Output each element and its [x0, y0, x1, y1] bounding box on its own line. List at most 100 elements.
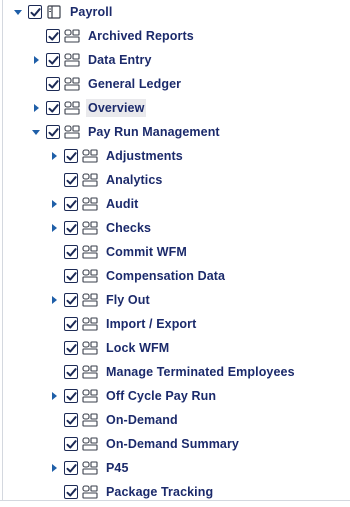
tree-item-label[interactable]: On-Demand: [104, 411, 180, 429]
checkbox[interactable]: [46, 101, 60, 115]
checkmark-icon: [66, 439, 77, 450]
left-border: [2, 0, 3, 500]
tree-row[interactable]: Off Cycle Pay Run: [48, 385, 218, 407]
tree-item-label[interactable]: On-Demand Summary: [104, 435, 241, 453]
tree-item-label[interactable]: P45: [104, 459, 131, 477]
checkbox[interactable]: [64, 413, 78, 427]
caret-right-icon[interactable]: [48, 462, 60, 474]
tree-item-label[interactable]: Package Tracking: [104, 483, 215, 501]
tree-row[interactable]: Audit: [48, 193, 140, 215]
caret-right-icon[interactable]: [48, 150, 60, 162]
page-group-icon: [82, 485, 98, 499]
page-group-icon: [64, 53, 80, 67]
tree-item-label[interactable]: Checks: [104, 219, 153, 237]
checkbox[interactable]: [64, 437, 78, 451]
tree-row[interactable]: Compensation Data: [48, 265, 227, 287]
tree-row[interactable]: On-Demand Summary: [48, 433, 241, 455]
tree-row[interactable]: General Ledger: [30, 73, 183, 95]
tree-row[interactable]: Analytics: [48, 169, 164, 191]
tree-row[interactable]: Manage Terminated Employees: [48, 361, 297, 383]
checkbox[interactable]: [28, 5, 42, 19]
tree-row[interactable]: Archived Reports: [30, 25, 196, 47]
page-group-icon: [64, 125, 80, 139]
tree-row[interactable]: Adjustments: [48, 145, 185, 167]
checkmark-icon: [66, 319, 77, 330]
checkmark-icon: [66, 247, 77, 258]
tree-item-label[interactable]: Adjustments: [104, 147, 185, 165]
tree-panel: Payroll Archived Reports Data Entry General…: [0, 0, 350, 507]
caret-right-icon[interactable]: [48, 198, 60, 210]
checkbox[interactable]: [46, 77, 60, 91]
tree-item-label[interactable]: Overview: [86, 99, 147, 117]
tree-item-label[interactable]: Archived Reports: [86, 27, 196, 45]
page-group-icon: [64, 77, 80, 91]
checkbox[interactable]: [64, 461, 78, 475]
checkbox[interactable]: [46, 53, 60, 67]
tree-row[interactable]: Pay Run Management: [30, 121, 222, 143]
tree-row[interactable]: Data Entry: [30, 49, 154, 71]
checkbox[interactable]: [64, 365, 78, 379]
tree-item-label[interactable]: Data Entry: [86, 51, 154, 69]
tree-item-label[interactable]: Import / Export: [104, 315, 198, 333]
page-group-icon: [64, 101, 80, 115]
checkbox[interactable]: [64, 293, 78, 307]
caret-right-icon[interactable]: [30, 102, 42, 114]
checkmark-icon: [66, 343, 77, 354]
caret-right-icon[interactable]: [48, 390, 60, 402]
tree-item-label[interactable]: Lock WFM: [104, 339, 171, 357]
checkmark-icon: [66, 151, 77, 162]
tree-item-label[interactable]: Manage Terminated Employees: [104, 363, 297, 381]
tree-item-label[interactable]: Pay Run Management: [86, 123, 222, 141]
checkbox[interactable]: [46, 29, 60, 43]
checkmark-icon: [48, 127, 59, 138]
page-group-icon: [82, 389, 98, 403]
tree-row[interactable]: Checks: [48, 217, 153, 239]
tree-item-label[interactable]: Off Cycle Pay Run: [104, 387, 218, 405]
tree-row[interactable]: Commit WFM: [48, 241, 189, 263]
tree-item-label[interactable]: Analytics: [104, 171, 164, 189]
tree-item-label[interactable]: Fly Out: [104, 291, 152, 309]
checkbox[interactable]: [64, 341, 78, 355]
caret-right-icon[interactable]: [48, 294, 60, 306]
tree-row[interactable]: Fly Out: [48, 289, 152, 311]
page-group-icon: [82, 149, 98, 163]
tree-row[interactable]: P45: [48, 457, 131, 479]
tree-row[interactable]: Overview: [30, 97, 147, 119]
checkmark-icon: [48, 103, 59, 114]
page-group-icon: [82, 221, 98, 235]
checkbox[interactable]: [64, 173, 78, 187]
checkmark-icon: [48, 55, 59, 66]
checkbox[interactable]: [64, 269, 78, 283]
tree-row[interactable]: Import / Export: [48, 313, 198, 335]
caret-right-icon[interactable]: [30, 54, 42, 66]
tree-item-label[interactable]: Audit: [104, 195, 140, 213]
checkbox[interactable]: [64, 245, 78, 259]
tree-row[interactable]: Package Tracking: [48, 481, 215, 503]
caret-down-icon[interactable]: [30, 126, 42, 138]
checkbox[interactable]: [64, 485, 78, 499]
tree-item-label[interactable]: Compensation Data: [104, 267, 227, 285]
caret-right-icon[interactable]: [48, 222, 60, 234]
tree-item-label[interactable]: General Ledger: [86, 75, 183, 93]
page-group-icon: [82, 293, 98, 307]
checkbox[interactable]: [64, 149, 78, 163]
checkbox[interactable]: [64, 221, 78, 235]
checkbox[interactable]: [46, 125, 60, 139]
page-group-icon: [82, 437, 98, 451]
checkmark-icon: [66, 415, 77, 426]
caret-down-icon[interactable]: [12, 6, 24, 18]
tree-root-row[interactable]: Payroll: [12, 1, 114, 23]
tree-item-label[interactable]: Payroll: [68, 3, 114, 21]
tree-row[interactable]: Lock WFM: [48, 337, 171, 359]
checkmark-icon: [48, 79, 59, 90]
checkbox[interactable]: [64, 197, 78, 211]
checkmark-icon: [66, 199, 77, 210]
checkmark-icon: [30, 7, 41, 18]
checkmark-icon: [66, 487, 77, 498]
checkbox[interactable]: [64, 389, 78, 403]
tree-row[interactable]: On-Demand: [48, 409, 180, 431]
checkbox[interactable]: [64, 317, 78, 331]
page-group-icon: [82, 269, 98, 283]
checkmark-icon: [66, 391, 77, 402]
tree-item-label[interactable]: Commit WFM: [104, 243, 189, 261]
